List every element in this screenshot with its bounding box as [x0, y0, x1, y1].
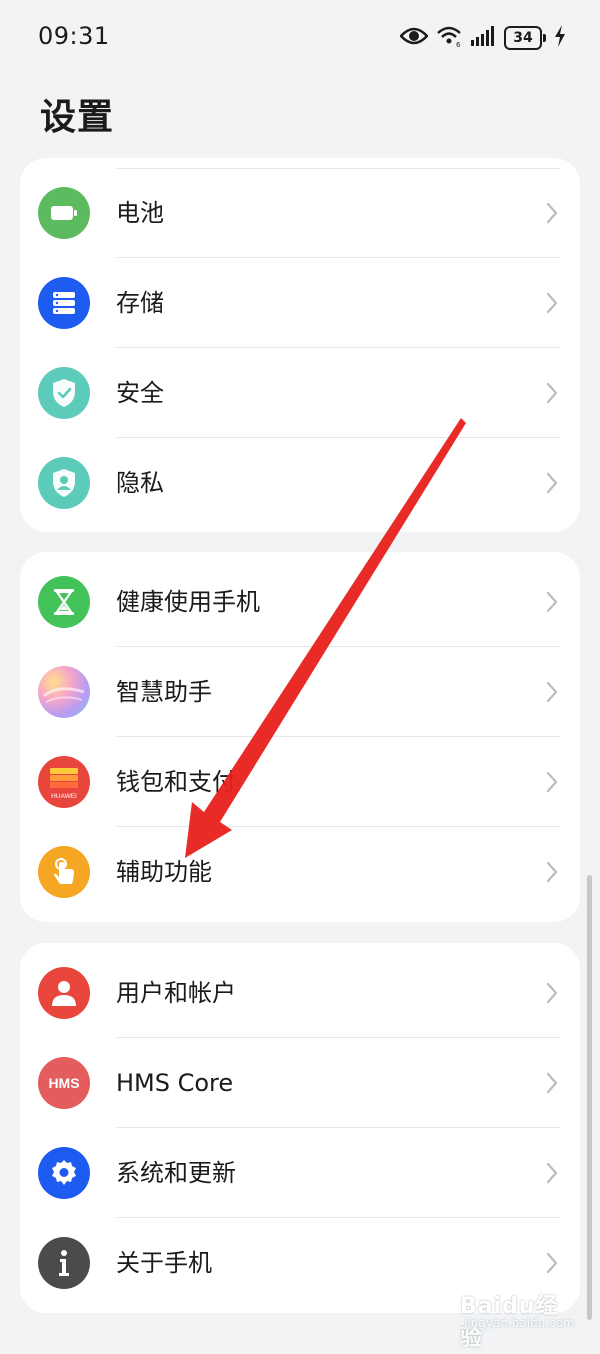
chevron-right-icon: [546, 1162, 558, 1184]
security-shield-icon: [38, 367, 90, 419]
chevron-right-icon: [546, 202, 558, 224]
privacy-shield-icon: [38, 457, 90, 509]
settings-item-hms-core[interactable]: HMS HMS Core: [20, 1038, 580, 1128]
chevron-right-icon: [546, 292, 558, 314]
chevron-right-icon: [546, 1252, 558, 1274]
settings-item-label: 智慧助手: [116, 678, 212, 706]
hand-touch-icon: [38, 846, 90, 898]
settings-item-label: 关于手机: [116, 1249, 212, 1277]
settings-item-digital-balance[interactable]: 健康使用手机: [20, 557, 580, 647]
settings-item-label: 系统和更新: [116, 1159, 236, 1187]
signal-icon: [470, 26, 496, 50]
chevron-right-icon: [546, 681, 558, 703]
settings-item-label: 钱包和支付: [116, 768, 236, 796]
settings-item-label: 隐私: [116, 469, 164, 497]
status-time: 09:31: [38, 22, 110, 50]
settings-item-security[interactable]: 安全: [20, 348, 580, 438]
scrollbar[interactable]: [587, 875, 592, 1320]
watermark: Baidu经验 jingyan.baidu.com: [460, 1288, 580, 1351]
hms-brand-text: HMS: [48, 1075, 79, 1091]
settings-item-assistant[interactable]: 智慧助手: [20, 647, 580, 737]
settings-group-system: 用户和帐户 HMS HMS Core 系统和更新 关于手机: [20, 943, 580, 1313]
eye-icon: [399, 26, 429, 50]
settings-item-label: 存储: [116, 289, 164, 317]
watermark-sub: jingyan.baidu.com: [464, 1316, 575, 1330]
chevron-right-icon: [546, 472, 558, 494]
chevron-right-icon: [546, 591, 558, 613]
battery-icon: 34: [504, 26, 546, 50]
settings-item-battery[interactable]: 电池: [20, 168, 580, 258]
hms-icon: HMS: [38, 1057, 90, 1109]
info-icon: [38, 1237, 90, 1289]
chevron-right-icon: [546, 982, 558, 1004]
chevron-right-icon: [546, 1072, 558, 1094]
gear-icon: [38, 1147, 90, 1199]
settings-item-system-update[interactable]: 系统和更新: [20, 1128, 580, 1218]
settings-group-device: 电池 存储 安全 隐私: [20, 158, 580, 532]
assistant-orb-icon: [38, 666, 90, 718]
hourglass-icon: [38, 576, 90, 628]
wallet-brand-text: HUAWEI: [51, 793, 77, 800]
chevron-right-icon: [546, 771, 558, 793]
settings-item-label: HMS Core: [116, 1069, 234, 1097]
settings-item-label: 安全: [116, 379, 164, 407]
battery-level: 34: [504, 26, 542, 50]
status-bar: 09:31 6 34: [0, 0, 600, 76]
settings-item-label: 用户和帐户: [116, 979, 236, 1007]
page-title: 设置: [40, 97, 115, 138]
battery-icon: [38, 187, 90, 239]
settings-item-storage[interactable]: 存储: [20, 258, 580, 348]
settings-item-users-accounts[interactable]: 用户和帐户: [20, 948, 580, 1038]
settings-item-accessibility[interactable]: 辅助功能: [20, 827, 580, 917]
user-icon: [38, 967, 90, 1019]
svg-text:6: 6: [456, 41, 461, 47]
settings-item-wallet[interactable]: HUAWEI 钱包和支付: [20, 737, 580, 827]
charging-icon: [554, 25, 566, 51]
settings-group-services: 健康使用手机 智慧助手 HUAWEI 钱包和支付 辅助功能: [20, 552, 580, 922]
settings-item-label: 电池: [116, 199, 164, 227]
wifi-icon: 6: [436, 25, 462, 51]
wallet-icon: HUAWEI: [38, 756, 90, 808]
settings-item-label: 辅助功能: [116, 858, 212, 886]
chevron-right-icon: [546, 861, 558, 883]
chevron-right-icon: [546, 382, 558, 404]
settings-item-privacy[interactable]: 隐私: [20, 438, 580, 528]
settings-item-label: 健康使用手机: [116, 588, 260, 616]
storage-icon: [38, 277, 90, 329]
status-icons: 6 34: [399, 24, 566, 52]
